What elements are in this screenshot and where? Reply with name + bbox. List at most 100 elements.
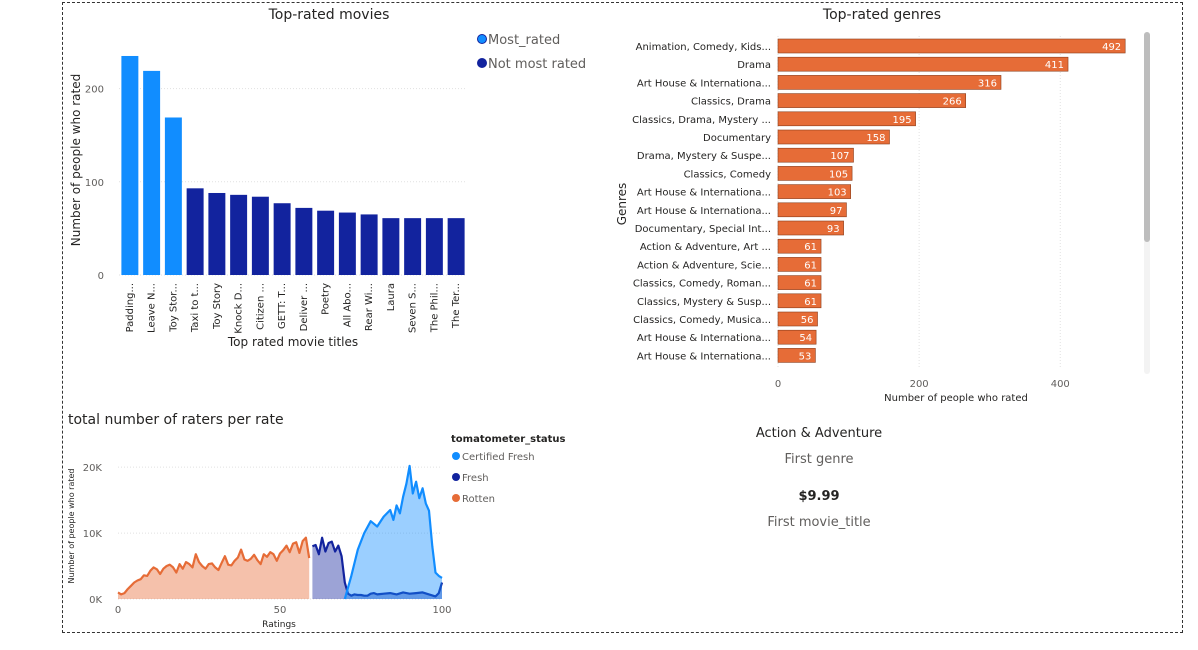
y-tick-label: Art House & Internationa...: [637, 188, 771, 199]
legend-label: Rotten: [462, 494, 495, 505]
data-label: 492: [1102, 42, 1121, 53]
y-tick-label: 20K: [83, 463, 103, 474]
x-tick-label: Seven S...: [408, 283, 419, 333]
x-tick-label: Rear Wi...: [364, 283, 375, 331]
y-tick-label: Art House & Internationa...: [637, 333, 771, 344]
y-tick-label: Documentary: [703, 133, 771, 144]
x-tick-label: Deliver ...: [299, 283, 310, 331]
y-tick-label: 10K: [83, 529, 103, 540]
bar: [143, 70, 161, 275]
y-tick-label: Classics, Comedy: [684, 169, 771, 180]
y-tick-label: 0: [98, 271, 104, 282]
bar: [382, 218, 400, 275]
y-tick-label: Animation, Comedy, Kids...: [636, 42, 771, 53]
legend-marker: [477, 58, 487, 68]
x-tick-label: The Ter...: [451, 283, 462, 329]
x-tick-label: 200: [910, 379, 929, 390]
bar: [251, 196, 269, 275]
y-tick-label: Documentary, Special Int...: [635, 224, 771, 235]
x-tick-label: 400: [1051, 379, 1070, 390]
y-tick-label: Classics, Drama: [691, 97, 771, 108]
y-tick-label: Action & Adventure, Art ...: [640, 242, 771, 253]
x-tick-label: Leave N...: [147, 283, 158, 333]
data-label: 97: [830, 206, 843, 217]
y-tick-label: 200: [85, 85, 104, 96]
x-tick-label: 100: [432, 605, 451, 616]
bar: [777, 38, 1126, 54]
x-axis-label: Ratings: [262, 620, 296, 630]
y-tick-label: Classics, Mystery & Susp...: [637, 297, 771, 308]
x-axis-label: Number of people who rated: [884, 393, 1028, 404]
data-label: 93: [827, 224, 840, 235]
data-label: 107: [830, 151, 849, 162]
raters-per-rate-chart: total number of raters per rate 0K 10K 20K 0…: [67, 412, 566, 630]
data-label: 61: [804, 242, 817, 253]
legend-label: Not most rated: [488, 57, 586, 72]
data-label: 61: [804, 297, 817, 308]
data-label: 195: [893, 115, 912, 126]
legend-marker: [452, 452, 460, 460]
data-label: 158: [866, 133, 885, 144]
legend-label: Most_rated: [488, 33, 560, 48]
chart-title: Top-rated movies: [268, 7, 390, 23]
first-genre-label: First genre: [784, 452, 854, 467]
first-movie-price-value: $9.99: [798, 489, 840, 504]
bar: [360, 214, 378, 275]
legend-marker: [452, 473, 460, 481]
y-tick-label: Action & Adventure, Scie...: [637, 260, 771, 271]
bar: [208, 192, 226, 275]
bar: [777, 75, 1002, 90]
x-tick-label: GETT: T...: [277, 283, 288, 329]
bar: [186, 188, 204, 275]
y-tick-label: Art House & Internationa...: [637, 78, 771, 89]
x-tick-label: Citizen ...: [255, 283, 266, 330]
y-tick-label: Drama, Mystery & Suspe...: [637, 151, 771, 162]
y-tick-label: Drama: [737, 60, 771, 71]
data-label: 266: [943, 97, 962, 108]
bar: [338, 212, 356, 275]
x-tick-label: Toy Stor...: [168, 283, 179, 333]
y-tick-label: 0K: [89, 595, 102, 606]
y-tick-label: 100: [85, 178, 104, 189]
bar: [164, 117, 182, 275]
chart-title: Top-rated genres: [822, 7, 941, 23]
x-tick-label: 50: [274, 605, 287, 616]
first-movie-title-label: First movie_title: [767, 515, 871, 530]
data-label: 316: [978, 78, 997, 89]
bar: [425, 218, 443, 275]
legend-label: Fresh: [462, 473, 489, 484]
data-label: 61: [804, 279, 817, 290]
x-tick-label: Toy Story: [212, 283, 223, 330]
data-label: 54: [799, 333, 812, 344]
legend-marker: [452, 494, 460, 502]
series-area-certified-fresh: [344, 465, 442, 599]
data-label: 56: [801, 315, 814, 326]
data-label: 105: [829, 169, 848, 180]
first-genre-value: Action & Adventure: [755, 426, 883, 441]
legend-title: tomatometer_status: [451, 434, 566, 445]
x-tick-label: 0: [115, 605, 121, 616]
y-tick-label: Classics, Comedy, Musica...: [633, 315, 771, 326]
legend-label: Certified Fresh: [462, 452, 535, 463]
bar: [777, 93, 967, 108]
x-tick-label: The Phil...: [429, 283, 440, 333]
data-label: 411: [1045, 60, 1064, 71]
series-area-rotten: [118, 537, 310, 599]
bar: [121, 55, 139, 276]
x-tick-label: Laura: [386, 283, 397, 311]
top-rated-movies-chart: Top-rated movies 0 100 200 Padding... Leave N…: [69, 7, 586, 349]
x-tick-label: All Abo...: [342, 283, 353, 327]
y-axis-label: Number of people who rated: [69, 74, 83, 246]
x-tick-label: Padding...: [125, 283, 136, 332]
bar: [777, 56, 1069, 72]
y-tick-label: Classics, Drama, Mystery ...: [632, 115, 771, 126]
data-label: 61: [804, 260, 817, 271]
bar: [447, 218, 465, 275]
top-rated-genres-chart: Top-rated genres 0 200 400 492 Animation, Com…: [615, 7, 1150, 404]
x-tick-label: Taxi to t...: [190, 283, 201, 333]
x-axis-label: Top rated movie titles: [227, 335, 358, 349]
y-axis-label: Genres: [615, 183, 629, 226]
x-tick-label: Knock D...: [234, 283, 245, 334]
y-tick-label: Art House & Internationa...: [637, 206, 771, 217]
x-tick-label: 0: [775, 379, 781, 390]
